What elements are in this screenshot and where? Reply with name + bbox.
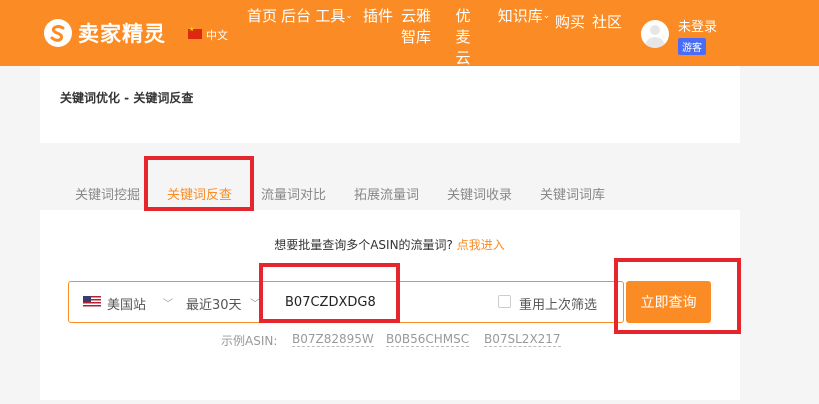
- highlight-box-input: [259, 263, 400, 323]
- batch-hint: 想要批量查询多个ASIN的流量词? 点我进入: [0, 236, 779, 253]
- logo-text: 卖家精灵: [78, 22, 166, 46]
- user-icon: [650, 25, 660, 35]
- tab-traffic-expand[interactable]: 拓展流量词: [354, 184, 419, 203]
- example-asin-link[interactable]: B07SL2X217: [484, 332, 561, 347]
- tab-keyword-mining[interactable]: 关键词挖掘: [75, 184, 140, 203]
- tab-traffic-compare[interactable]: 流量词对比: [261, 184, 326, 203]
- batch-link[interactable]: 点我进入: [457, 238, 505, 252]
- nav-item-knowledge-label: 知识库: [497, 7, 543, 25]
- language-switch[interactable]: 中文: [206, 27, 228, 43]
- chevron-down-icon[interactable]: ﹀: [163, 295, 173, 310]
- example-asin-link[interactable]: B07Z82895W: [292, 332, 374, 347]
- nav-item-dashboard[interactable]: 后台: [276, 6, 316, 27]
- nav-item-knowledge[interactable]: 知识库⌄: [497, 6, 551, 27]
- login-status[interactable]: 未登录: [678, 16, 717, 35]
- logo-icon: [44, 19, 72, 47]
- guest-badge: 游客: [678, 38, 706, 55]
- date-range-select[interactable]: 最近30天: [186, 294, 242, 313]
- example-asin-label: 示例ASIN:: [221, 334, 278, 348]
- nav-item-tools-label: 工具: [315, 7, 346, 25]
- avatar[interactable]: [641, 20, 669, 48]
- breadcrumb: 关键词优化 - 关键词反查: [60, 91, 194, 105]
- reuse-filter-checkbox[interactable]: [498, 295, 511, 308]
- avatar-body: [645, 37, 665, 48]
- batch-hint-text: 想要批量查询多个ASIN的流量词?: [274, 238, 453, 252]
- nav-item-youmai[interactable]: 优麦云: [451, 6, 475, 69]
- site-select[interactable]: 美国站: [107, 294, 146, 313]
- us-flag-icon: [83, 296, 101, 308]
- breadcrumb-card: 关键词优化 - 关键词反查: [40, 66, 740, 143]
- nav-item-tools[interactable]: 工具⌄: [314, 6, 354, 27]
- example-asin-link[interactable]: B0B56CHMSC: [386, 332, 470, 347]
- nav-item-community[interactable]: 社区: [587, 12, 627, 33]
- highlight-box-button: [614, 258, 741, 334]
- tab-keyword-index[interactable]: 关键词收录: [447, 184, 512, 203]
- nav-item-buy[interactable]: 购买: [550, 12, 590, 33]
- nav-item-yunya[interactable]: 云雅智库: [396, 6, 436, 48]
- china-flag-icon: [188, 26, 202, 39]
- tab-keyword-library[interactable]: 关键词词库: [540, 184, 605, 203]
- chevron-down-icon: ⌄: [345, 11, 353, 21]
- nav-item-plugin[interactable]: 插件: [358, 6, 398, 27]
- highlight-box-tab: [144, 156, 254, 211]
- logo[interactable]: 卖家精灵: [44, 18, 166, 48]
- top-header: 卖家精灵 中文 首页 后台 工具⌄ 插件 云雅智库 优麦云 知识库⌄ 购买 社区…: [0, 0, 819, 69]
- reuse-filter-label[interactable]: 重用上次筛选: [519, 294, 597, 313]
